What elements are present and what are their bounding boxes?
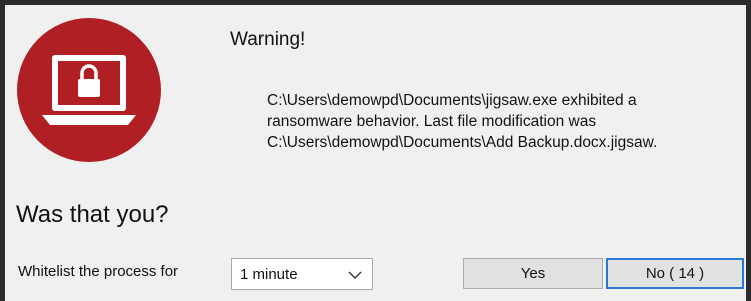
laptop-lock-icon xyxy=(16,17,162,163)
window-frame: Warning! C:\Users\demowpd\Documents\jigs… xyxy=(0,0,751,301)
yes-button[interactable]: Yes xyxy=(463,258,603,289)
no-button[interactable]: No ( 14 ) xyxy=(606,258,744,289)
warning-message: C:\Users\demowpd\Documents\jigsaw.exe ex… xyxy=(267,90,737,153)
ransomware-warning-dialog: Warning! C:\Users\demowpd\Documents\jigs… xyxy=(5,5,746,301)
dialog-title: Warning! xyxy=(230,29,306,50)
question-text: Was that you? xyxy=(16,201,169,228)
whitelist-label: Whitelist the process for xyxy=(18,263,179,280)
chevron-down-icon xyxy=(348,268,362,280)
whitelist-duration-value: 1 minute xyxy=(240,266,298,283)
whitelist-duration-select[interactable]: 1 minute xyxy=(231,258,373,290)
message-line: C:\Users\demowpd\Documents\Add Backup.do… xyxy=(267,134,658,151)
message-line: ransomware behavior. Last file modificat… xyxy=(267,113,597,130)
message-line: C:\Users\demowpd\Documents\jigsaw.exe ex… xyxy=(267,92,637,109)
